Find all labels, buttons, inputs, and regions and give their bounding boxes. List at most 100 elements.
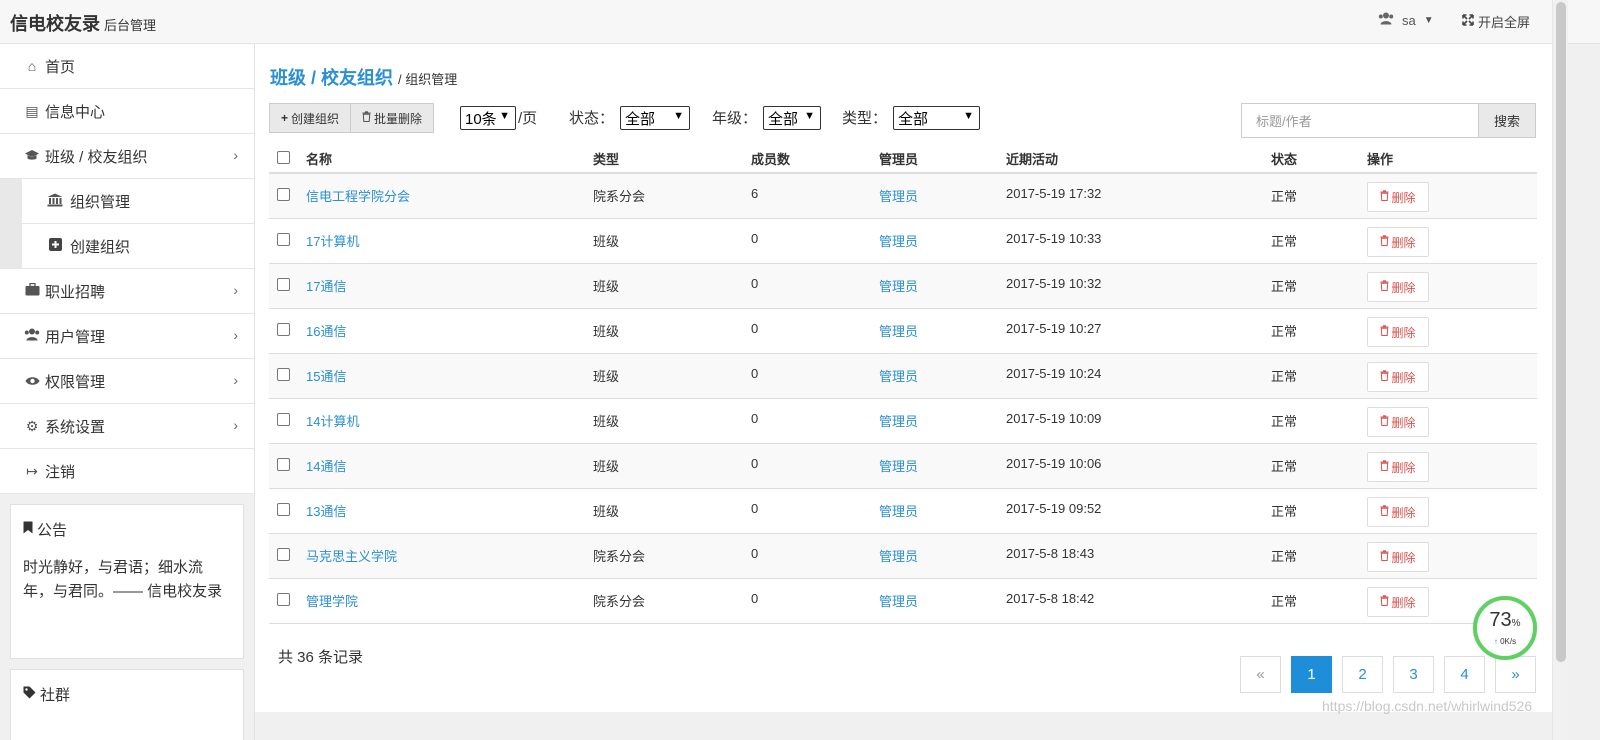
org-admin-link[interactable]: 管理员 [879, 366, 918, 385]
per-page-label: /页 [518, 110, 538, 127]
org-admin-link[interactable]: 管理员 [879, 456, 918, 475]
sidebar-item-jobs[interactable]: 职业招聘 › [0, 269, 254, 314]
org-admin-link[interactable]: 管理员 [879, 591, 918, 610]
sidebar-subitem-create-org[interactable]: 创建组织 [22, 224, 254, 269]
arrow-up-icon: ↑ [1493, 637, 1498, 646]
delete-label: 删除 [1391, 325, 1416, 340]
fullscreen-button[interactable]: 开启全屏 [1462, 12, 1530, 31]
search-input[interactable]: 标题/作者 [1241, 103, 1479, 138]
org-name-link[interactable]: 17通信 [306, 276, 346, 295]
grade-select-value: 全部 [768, 110, 799, 128]
org-type: 班级 [593, 324, 620, 339]
bank-icon [46, 193, 64, 210]
batch-delete-button[interactable]: 批量删除 [351, 104, 433, 132]
row-checkbox[interactable] [277, 413, 290, 426]
delete-button[interactable]: 删除 [1367, 182, 1429, 212]
table-row: 信电工程学院分会 院系分会 6 管理员 2017-5-19 17:32 正常 删除 [269, 174, 1537, 219]
sidebar: ⌂ 首页 ▤ 信息中心 班级 / 校友组织 › 组织管理 创建组织 职业招聘 ›… [0, 44, 255, 740]
create-org-label: 创建组织 [291, 111, 340, 126]
delete-button[interactable]: 删除 [1367, 542, 1429, 572]
org-name-link[interactable]: 信电工程学院分会 [306, 186, 410, 205]
row-checkbox[interactable] [277, 458, 290, 471]
sidebar-item-home[interactable]: ⌂ 首页 [0, 44, 254, 89]
delete-button[interactable]: 删除 [1367, 272, 1429, 302]
status-filter-label: 状态： [569, 110, 615, 127]
sidebar-item-users[interactable]: 用户管理 › [0, 314, 254, 359]
status-select[interactable]: 全部 ▼ [620, 106, 690, 130]
row-checkbox[interactable] [277, 233, 290, 246]
sidebar-item-settings[interactable]: ⚙ 系统设置 › [0, 404, 254, 449]
type-select[interactable]: 全部 ▼ [893, 106, 980, 130]
main-content: 班级 / 校友组织 / 组织管理 + 创建组织 批量删除 10条 ▼ /页 状态… [255, 44, 1552, 712]
network-speed-gauge[interactable]: 73% ↑ 0K/s [1473, 596, 1537, 660]
org-activity: 2017-5-19 10:09 [1006, 411, 1102, 426]
row-checkbox[interactable] [277, 188, 290, 201]
org-name-link[interactable]: 14通信 [306, 456, 346, 475]
chevron-right-icon: › [233, 372, 238, 388]
scrollbar-thumb[interactable] [1556, 2, 1566, 662]
org-admin-link[interactable]: 管理员 [879, 321, 918, 340]
org-admin-link[interactable]: 管理员 [879, 231, 918, 250]
delete-button[interactable]: 删除 [1367, 317, 1429, 347]
page-3-button[interactable]: 3 [1393, 656, 1434, 693]
org-name-link[interactable]: 13通信 [306, 501, 346, 520]
breadcrumb-main[interactable]: 班级 / 校友组织 [270, 64, 393, 90]
trash-icon [1380, 370, 1389, 384]
notice-panel: 公告 时光静好，与君语；细水流年，与君同。—— 信电校友录 [10, 504, 244, 659]
org-admin-link[interactable]: 管理员 [879, 501, 918, 520]
page-next-button[interactable]: » [1495, 656, 1536, 693]
org-status: 正常 [1271, 279, 1298, 294]
page-scrollbar[interactable] [1552, 0, 1568, 740]
sidebar-subitem-org-manage[interactable]: 组织管理 [22, 179, 254, 224]
row-checkbox[interactable] [277, 548, 290, 561]
org-name-link[interactable]: 马克思主义学院 [306, 546, 397, 565]
gauge-speed-value: 0K/s [1500, 637, 1517, 646]
select-arrow-icon: ▼ [804, 110, 815, 122]
page-prev-button[interactable]: « [1240, 656, 1281, 693]
sidebar-item-info-center[interactable]: ▤ 信息中心 [0, 89, 254, 134]
org-admin-link[interactable]: 管理员 [879, 186, 918, 205]
row-checkbox[interactable] [277, 323, 290, 336]
create-org-button[interactable]: + 创建组织 [270, 104, 352, 132]
page-size-select[interactable]: 10条 ▼ [460, 106, 516, 130]
delete-button[interactable]: 删除 [1367, 587, 1429, 617]
grade-select[interactable]: 全部 ▼ [763, 106, 821, 130]
select-arrow-icon: ▼ [963, 110, 974, 122]
org-name-link[interactable]: 16通信 [306, 321, 346, 340]
select-all-checkbox[interactable] [277, 151, 290, 164]
row-checkbox[interactable] [277, 278, 290, 291]
delete-button[interactable]: 删除 [1367, 227, 1429, 257]
sidebar-item-logout[interactable]: ↦ 注销 [0, 449, 254, 494]
page-4-button[interactable]: 4 [1444, 656, 1485, 693]
delete-button[interactable]: 删除 [1367, 407, 1429, 437]
row-checkbox[interactable] [277, 503, 290, 516]
delete-button[interactable]: 删除 [1367, 497, 1429, 527]
sidebar-item-label: 班级 / 校友组织 [45, 148, 148, 166]
column-header-admin: 管理员 [879, 152, 919, 167]
org-admin-link[interactable]: 管理员 [879, 276, 918, 295]
org-admin-link[interactable]: 管理员 [879, 546, 918, 565]
org-members: 0 [751, 276, 759, 291]
search-button[interactable]: 搜索 [1478, 103, 1536, 138]
org-name-link[interactable]: 管理学院 [306, 591, 358, 610]
delete-button[interactable]: 删除 [1367, 452, 1429, 482]
org-name-link[interactable]: 17计算机 [306, 231, 359, 250]
gauge-percent-unit: % [1511, 618, 1521, 629]
row-checkbox[interactable] [277, 368, 290, 381]
page-2-button[interactable]: 2 [1342, 656, 1383, 693]
brand[interactable]: 信电校友录 后台管理 [10, 10, 156, 36]
org-name-link[interactable]: 14计算机 [306, 411, 359, 430]
sidebar-item-permissions[interactable]: 权限管理 › [0, 359, 254, 404]
page-1-button[interactable]: 1 [1291, 656, 1332, 693]
org-admin-link[interactable]: 管理员 [879, 411, 918, 430]
sidebar-item-class-org[interactable]: 班级 / 校友组织 › [0, 134, 254, 179]
users-icon [23, 328, 41, 344]
home-icon: ⌂ [27, 58, 37, 74]
delete-label: 删除 [1391, 370, 1416, 385]
delete-label: 删除 [1391, 415, 1416, 430]
org-name-link[interactable]: 15通信 [306, 366, 346, 385]
row-checkbox[interactable] [277, 593, 290, 606]
delete-button[interactable]: 删除 [1367, 362, 1429, 392]
sidebar-item-label: 系统设置 [45, 418, 106, 436]
user-menu[interactable]: sa ▼ [1378, 12, 1434, 28]
